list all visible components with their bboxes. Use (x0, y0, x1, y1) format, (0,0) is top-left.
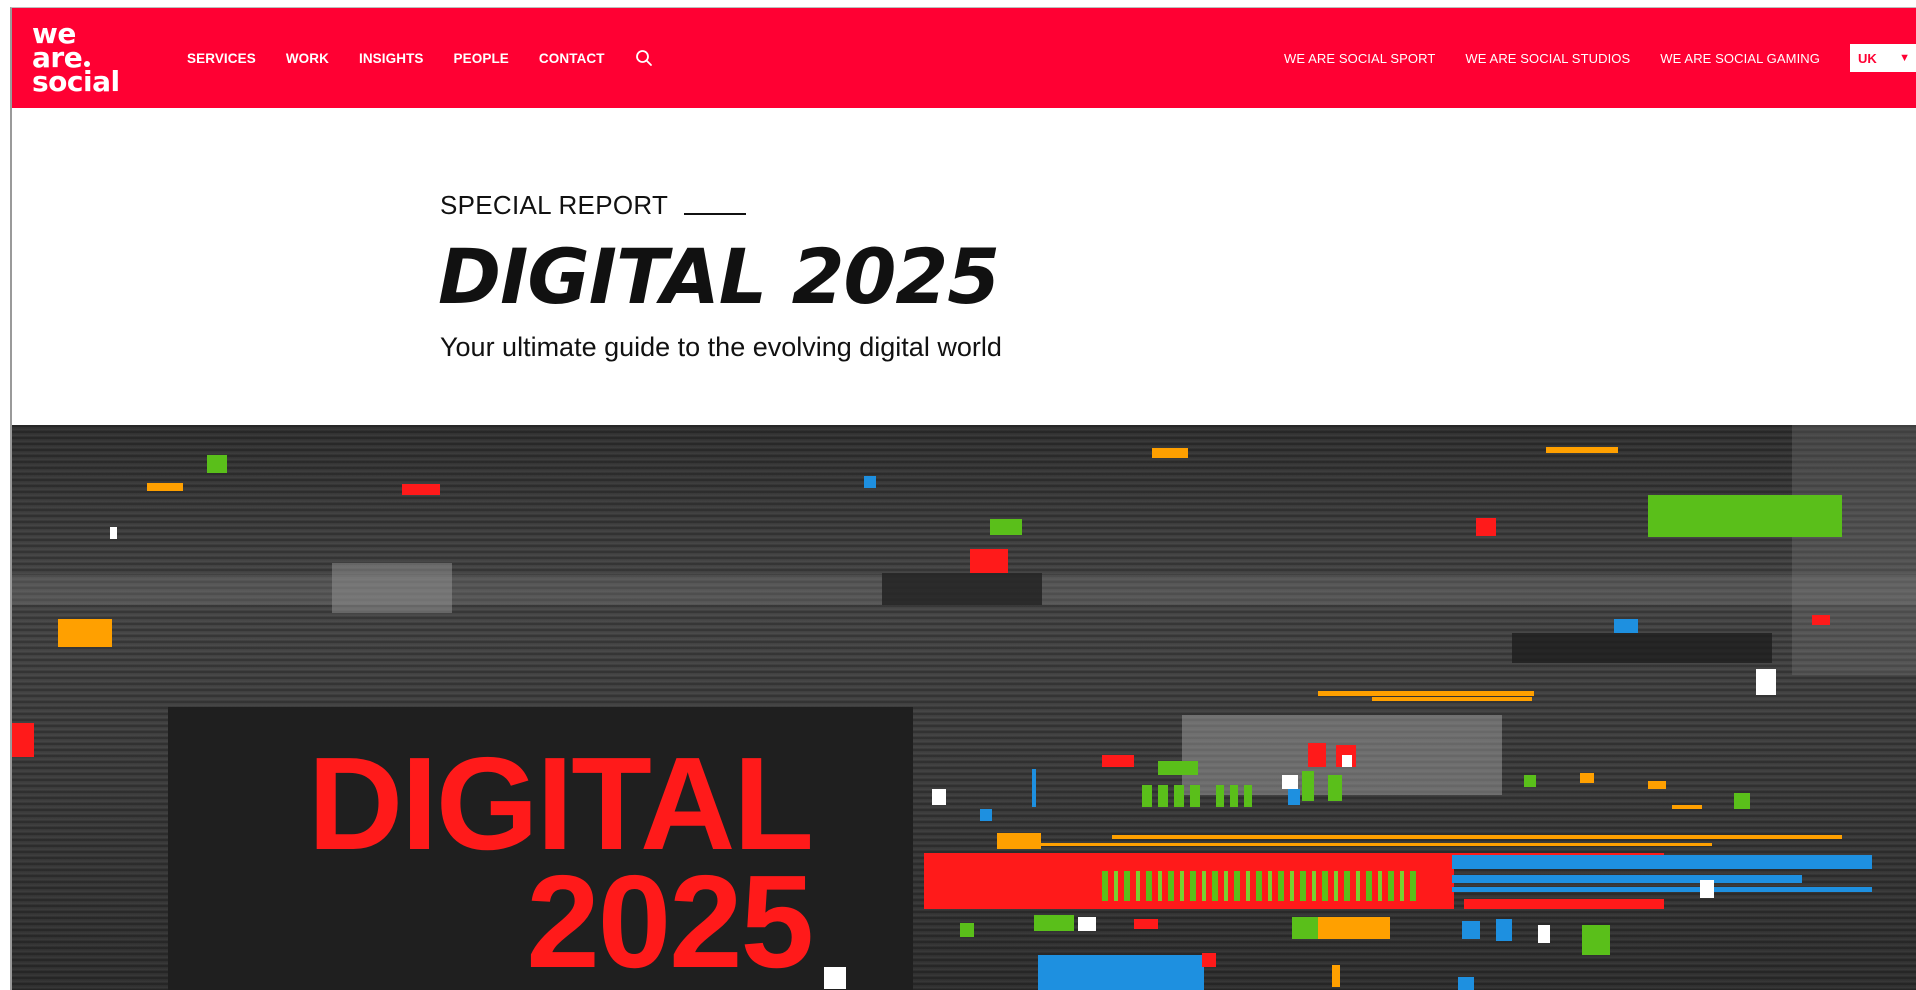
search-icon[interactable] (635, 49, 653, 67)
nav-link-we-are-social-sport[interactable]: WE ARE SOCIAL SPORT (1284, 51, 1435, 66)
hero-image-heading-line2: 2025 (526, 848, 814, 990)
hero-image-heading: DIGITAL 2025 (292, 730, 814, 990)
kicker-text: SPECIAL REPORT (440, 190, 669, 220)
language-select[interactable]: UK ▼ (1850, 44, 1916, 72)
browser-viewport: we are social SERVICES WORK INSIGHTS PEO… (10, 7, 1916, 990)
we-are-social-logo[interactable]: we are social (32, 20, 120, 98)
nav-link-we-are-social-gaming[interactable]: WE ARE SOCIAL GAMING (1660, 51, 1820, 66)
chevron-down-icon: ▼ (1899, 52, 1910, 64)
logo-line-social: social (32, 65, 120, 98)
secondary-nav: WE ARE SOCIAL SPORT WE ARE SOCIAL STUDIO… (1284, 8, 1916, 108)
nav-link-people[interactable]: PEOPLE (454, 51, 509, 66)
nav-link-insights[interactable]: INSIGHTS (359, 51, 424, 66)
language-select-value: UK (1858, 50, 1877, 66)
nav-link-we-are-social-studios[interactable]: WE ARE SOCIAL STUDIOS (1465, 51, 1630, 66)
nav-link-work[interactable]: WORK (286, 51, 329, 66)
primary-nav: SERVICES WORK INSIGHTS PEOPLE CONTACT (187, 8, 653, 108)
special-report-kicker: SPECIAL REPORT (440, 190, 747, 221)
nav-link-contact[interactable]: CONTACT (539, 51, 605, 66)
hero-image: DIGITAL 2025 (12, 425, 1916, 990)
page-title: DIGITAL 2025 (438, 232, 1000, 321)
nav-link-services[interactable]: SERVICES (187, 51, 256, 66)
hero-image-heading-line1: DIGITAL (307, 730, 814, 877)
kicker-divider (684, 212, 747, 215)
page-subtitle: Your ultimate guide to the evolving digi… (440, 332, 1002, 362)
top-navigation-bar: we are social SERVICES WORK INSIGHTS PEO… (12, 8, 1916, 108)
